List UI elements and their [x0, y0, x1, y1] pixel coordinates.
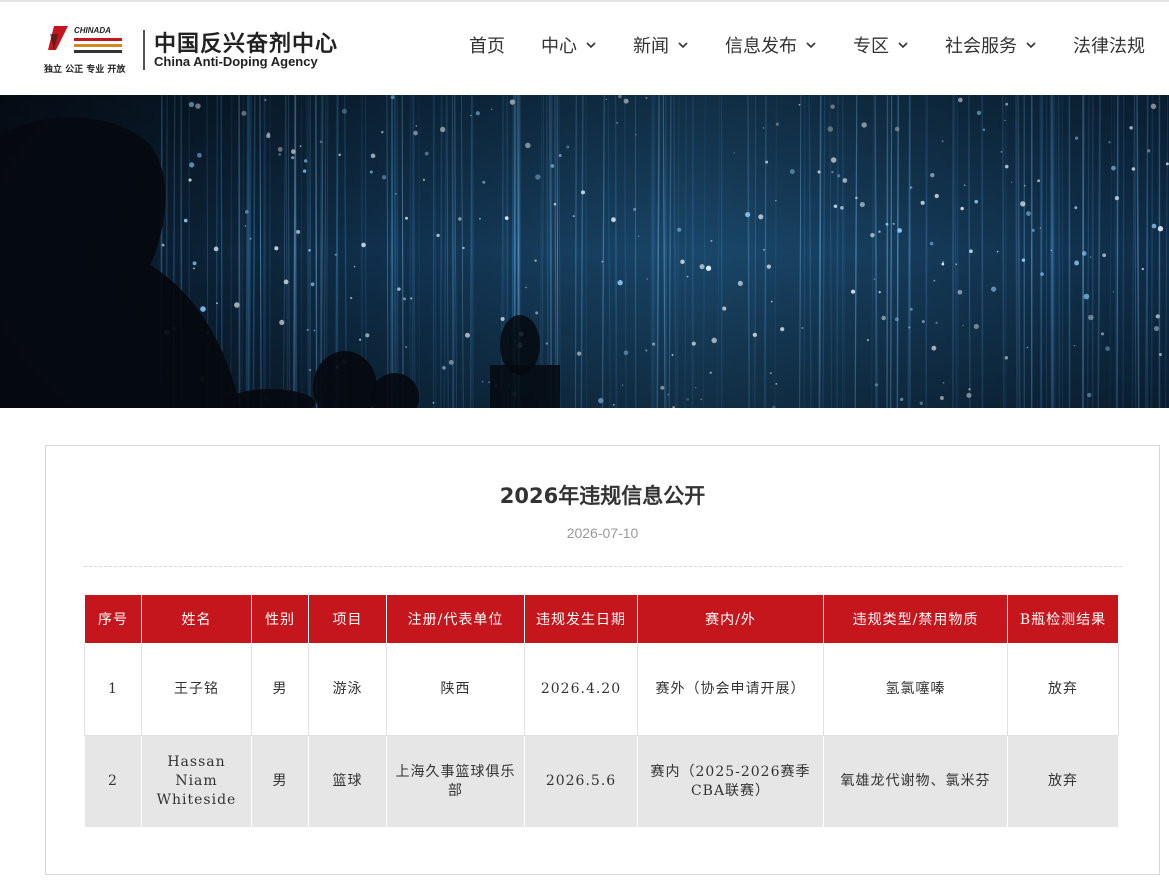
article-date: 2026-07-10 [566, 525, 639, 541]
table-cell: 上海久事篮球俱乐部 [386, 735, 525, 828]
table-cell: 2026.5.6 [524, 735, 638, 828]
column-header: 违规发生日期 [524, 594, 638, 644]
site-header: CHINADA 中国反兴奋剂中心 China Anti-Doping Agenc… [0, 0, 1169, 95]
table-cell: 篮球 [308, 735, 387, 828]
table-cell: 1 [84, 643, 142, 736]
chevron-down-icon [586, 42, 596, 49]
table-cell: 王子铭 [141, 643, 252, 736]
nav-label: 专区 [853, 36, 889, 57]
violations-table: 序号 姓名 性别 项目 注册/代表单位 违规发生日期 赛内/外 违规类型/禁用物… [84, 594, 1119, 828]
table-cell: 男 [251, 643, 309, 736]
table-cell: 2026.4.20 [524, 643, 638, 736]
column-header: 注册/代表单位 [386, 594, 525, 644]
chevron-down-icon [1026, 42, 1036, 49]
nav-label: 新闻 [633, 36, 669, 57]
main-nav: 首页 中心 新闻 信息发布 专区 社会服务 法律法规 [469, 32, 1169, 58]
column-header: B瓶检测结果 [1007, 594, 1119, 644]
article-title: 2026年违规信息公开 [499, 484, 706, 508]
nav-label: 首页 [469, 36, 505, 57]
column-header: 姓名 [141, 594, 252, 644]
nav-item-news[interactable]: 新闻 [633, 32, 689, 58]
table-cell: 男 [251, 735, 309, 828]
chevron-down-icon [806, 42, 816, 49]
hero-banner [0, 95, 1169, 408]
table-row: 2 Hassan Niam Whiteside 男 篮球 上海久事篮球俱乐部 2… [84, 735, 1119, 828]
table-cell: 赛外（协会申请开展） [637, 643, 824, 736]
logo-english-name: China Anti-Doping Agency [154, 54, 318, 69]
nav-item-home[interactable]: 首页 [469, 32, 505, 58]
site-logo[interactable]: CHINADA 中国反兴奋剂中心 China Anti-Doping Agenc… [44, 24, 344, 76]
column-header: 项目 [308, 594, 387, 644]
table-header-row: 序号 姓名 性别 项目 注册/代表单位 违规发生日期 赛内/外 违规类型/禁用物… [84, 594, 1119, 644]
table-cell: 氢氯噻嗪 [823, 643, 1008, 736]
nav-item-zone[interactable]: 专区 [853, 32, 909, 58]
nav-item-social-services[interactable]: 社会服务 [945, 32, 1037, 58]
table-row: 1 王子铭 男 游泳 陕西 2026.4.20 赛外（协会申请开展） 氢氯噻嗪 … [84, 643, 1119, 736]
table-cell: 放弃 [1007, 643, 1119, 736]
nav-label: 信息发布 [725, 36, 797, 57]
column-header: 性别 [251, 594, 309, 644]
nav-label: 中心 [541, 36, 577, 57]
chevron-down-icon [678, 42, 688, 49]
nav-item-info-release[interactable]: 信息发布 [725, 32, 817, 58]
table-cell: 放弃 [1007, 735, 1119, 828]
nav-item-center[interactable]: 中心 [541, 32, 597, 58]
table-cell: 2 [84, 735, 142, 828]
nav-label: 社会服务 [945, 36, 1017, 57]
table-cell: 氧雄龙代谢物、氯米芬 [823, 735, 1008, 828]
column-header: 赛内/外 [637, 594, 824, 644]
nav-label: 法律法规 [1073, 36, 1145, 57]
chevron-down-icon [898, 42, 908, 49]
logo-divider [143, 30, 145, 70]
column-header: 序号 [84, 594, 142, 644]
title-divider [84, 566, 1122, 567]
logo-tagline: 独立 公正 专业 开放 [44, 65, 126, 75]
logo-mark-text: CHINADA [74, 26, 111, 35]
table-cell: 陕西 [386, 643, 525, 736]
article-card: 2026年违规信息公开 2026-07-10 序号 姓名 性别 项目 注册/代表… [45, 445, 1160, 875]
table-cell: 赛内（2025-2026赛季CBA联赛） [637, 735, 824, 828]
nav-item-laws[interactable]: 法律法规 [1073, 32, 1145, 58]
column-header: 违规类型/禁用物质 [823, 594, 1008, 644]
banner-light-curtain-image [0, 95, 1169, 408]
table-cell: Hassan Niam Whiteside [141, 735, 252, 828]
table-cell: 游泳 [308, 643, 387, 736]
